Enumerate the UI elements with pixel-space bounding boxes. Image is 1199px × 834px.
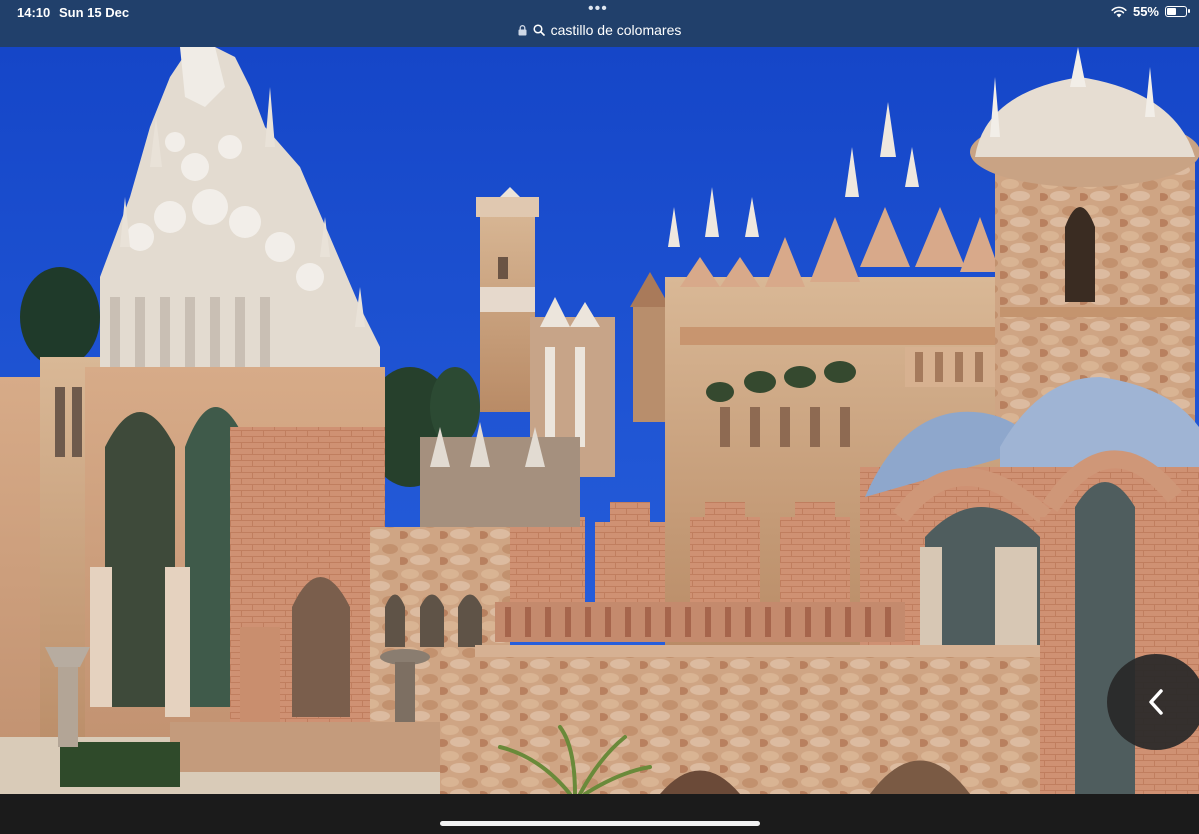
search-icon	[533, 24, 545, 36]
battery-icon	[1165, 6, 1190, 17]
home-indicator[interactable]	[440, 821, 760, 826]
address-bar[interactable]: castillo de colomares	[0, 22, 1199, 38]
battery-percent: 55%	[1132, 4, 1159, 19]
status-date: Sun 15 Dec	[59, 5, 130, 20]
status-time: 14:10	[17, 5, 51, 20]
status-indicators: 55%	[1111, 4, 1190, 19]
chevron-left-icon	[1149, 689, 1163, 715]
status-bar: 14:10 Sun 15 Dec ••• 55% castillo de col…	[0, 0, 1199, 47]
wifi-icon	[1111, 6, 1127, 17]
castle-illustration	[0, 47, 1199, 794]
more-dots-icon[interactable]: •••	[588, 0, 608, 18]
url-text: castillo de colomares	[550, 22, 682, 38]
lock-icon	[518, 24, 527, 35]
battery-level	[1167, 8, 1176, 15]
castle-photo	[0, 47, 1199, 794]
back-button[interactable]	[1107, 654, 1199, 750]
bottom-bar	[0, 794, 1199, 834]
